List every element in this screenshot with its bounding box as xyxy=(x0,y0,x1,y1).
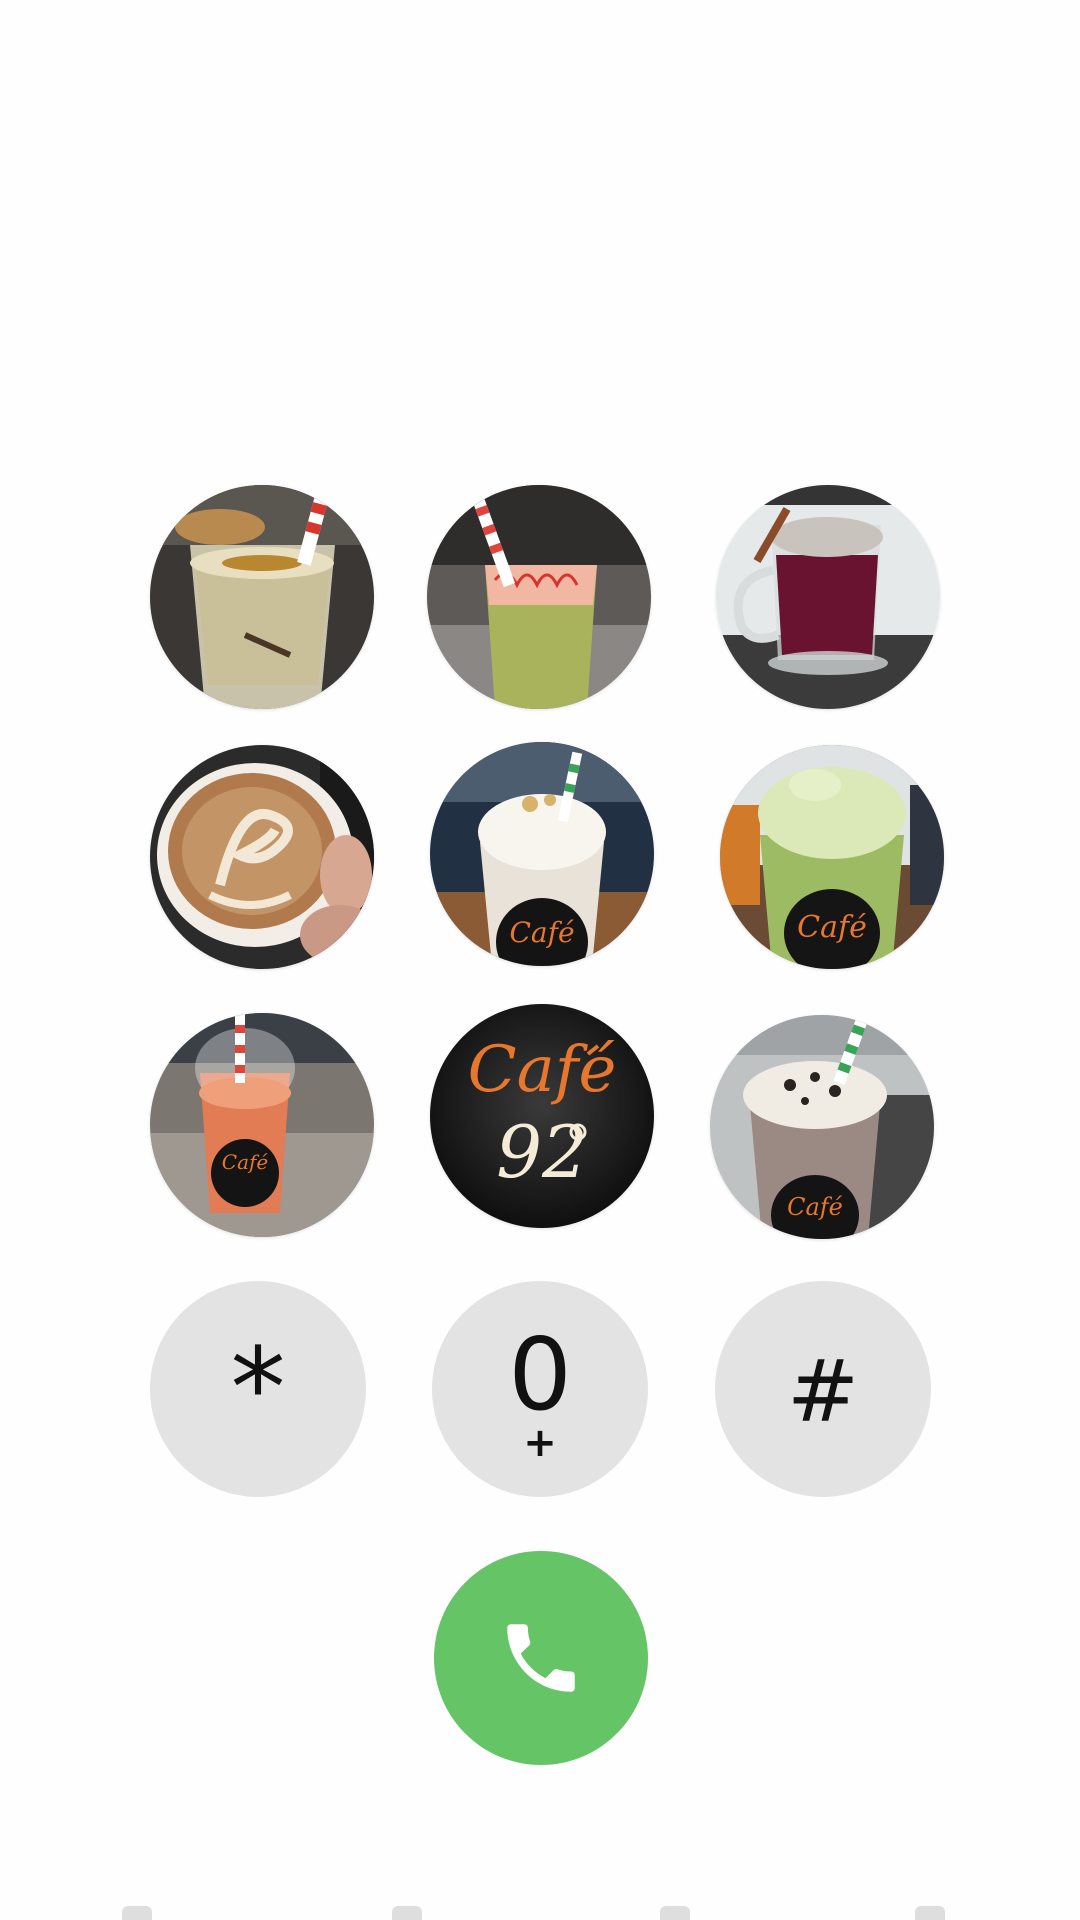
drink-photo-icon xyxy=(716,485,940,709)
zero-key-label: 0 xyxy=(508,1316,572,1433)
photo-key-4[interactable] xyxy=(150,745,374,969)
bottom-nav-hint xyxy=(915,1906,945,1920)
cafe-logo-number: 92 xyxy=(496,1110,588,1194)
bottom-nav-hint xyxy=(122,1906,152,1920)
drink-photo-icon: Café xyxy=(430,742,654,966)
photo-key-2[interactable] xyxy=(427,485,651,709)
photo-key-7[interactable]: Café xyxy=(150,1013,374,1237)
drink-photo-icon: Café xyxy=(720,745,944,969)
svg-text:Café: Café xyxy=(509,916,574,949)
bottom-nav-hint xyxy=(392,1906,422,1920)
drink-photo-icon: Café xyxy=(150,1013,374,1237)
drink-photo-icon xyxy=(427,485,651,709)
bottom-nav-hint xyxy=(660,1906,690,1920)
svg-text:Café: Café xyxy=(222,1150,269,1174)
cafe-logo-word: Café xyxy=(467,1033,617,1107)
photo-key-3[interactable] xyxy=(716,485,940,709)
drink-photo-icon: Café xyxy=(710,1015,934,1239)
svg-text:Café: Café xyxy=(797,910,867,945)
drink-photo-icon xyxy=(150,745,374,969)
drink-photo-icon xyxy=(150,485,374,709)
call-button[interactable] xyxy=(434,1551,648,1765)
zero-key[interactable]: 0 + xyxy=(432,1281,648,1497)
star-key-label: * xyxy=(230,1324,286,1452)
svg-text:Café: Café xyxy=(787,1193,843,1221)
photo-key-6[interactable]: Café xyxy=(720,745,944,969)
hash-key-label: # xyxy=(786,1342,860,1442)
photo-key-5[interactable]: Café xyxy=(430,742,654,966)
star-key[interactable]: * xyxy=(150,1281,366,1497)
photo-key-1[interactable] xyxy=(150,485,374,709)
hash-key[interactable]: # xyxy=(715,1281,931,1497)
photo-key-9[interactable]: Café xyxy=(710,1015,934,1239)
phone-icon xyxy=(507,1624,575,1692)
zero-key-plus: + xyxy=(523,1420,557,1466)
photo-key-8[interactable]: Café 92 xyxy=(430,1004,654,1228)
